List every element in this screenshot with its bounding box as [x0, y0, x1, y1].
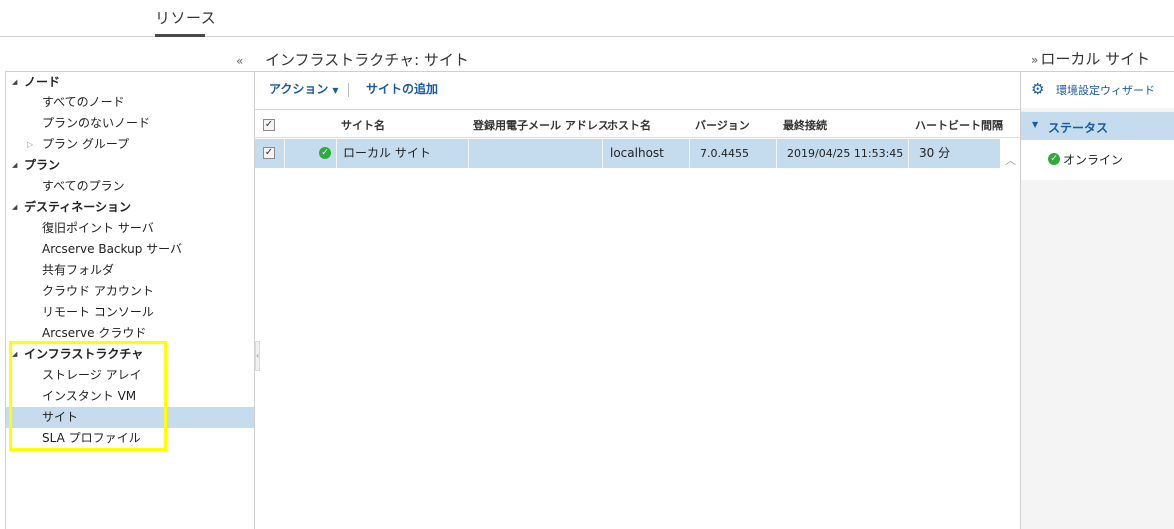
column-header-site-name[interactable]: サイト名 — [341, 117, 385, 133]
tree-toggle-icon[interactable]: ◢ — [12, 72, 17, 93]
expand-right-icon[interactable]: » — [1031, 53, 1038, 67]
tree-item-sites[interactable]: サイト — [6, 407, 254, 428]
tree-item-label: 復旧ポイント サーバ — [42, 221, 154, 235]
tree-item-all-nodes[interactable]: すべてのノード — [6, 92, 254, 113]
tree-item-label: すべてのノード — [42, 95, 125, 109]
column-header-host-name[interactable]: ホスト名 — [607, 117, 651, 133]
tree-item-sla-profile[interactable]: SLA プロファイル — [6, 428, 254, 449]
chevron-down-icon: ▼ — [1032, 120, 1039, 129]
tree-item-storage-array[interactable]: ストレージ アレイ — [6, 365, 254, 386]
tree-item-label: すべてのプラン — [42, 179, 125, 193]
tree-group-destinations[interactable]: ◢ デスティネーション — [6, 197, 254, 218]
tree-item-plan-groups[interactable]: ▷ プラン グループ — [6, 134, 254, 155]
tree-group-nodes[interactable]: ◢ ノード — [6, 72, 254, 93]
page-title: インフラストラクチャ: サイト — [265, 51, 469, 69]
tree-toggle-icon[interactable]: ◢ — [12, 344, 17, 365]
status-ok-icon: ✓ — [319, 147, 331, 159]
tree-item-recovery-point-server[interactable]: 復旧ポイント サーバ — [6, 218, 254, 239]
active-tab-indicator — [155, 34, 205, 37]
navigation-tree: ◢ ノード すべてのノード プランのないノード ▷ プラン グループ ◢ プラン… — [5, 71, 255, 529]
tree-item-instant-vm[interactable]: インスタント VM — [6, 386, 254, 407]
tree-item-label: ノード — [24, 75, 61, 89]
tree-item-label: インスタント VM — [42, 389, 137, 403]
grid-toolbar: アクション ▼ サイトの追加 — [255, 72, 1020, 110]
cell-last-connection: 2019/04/25 11:53:45 — [777, 139, 909, 168]
tree-item-nodes-without-plan[interactable]: プランのないノード — [6, 113, 254, 134]
tree-item-label: サイト — [42, 410, 79, 424]
tree-toggle-icon[interactable]: ▷ — [27, 134, 33, 155]
action-menu-button[interactable]: アクション ▼ — [269, 80, 339, 97]
tree-item-label: クラウド アカウント — [42, 284, 154, 298]
cell-email — [469, 139, 603, 168]
tree-item-cloud-account[interactable]: クラウド アカウント — [6, 281, 254, 302]
toolbar-divider — [348, 83, 349, 97]
tree-item-remote-console[interactable]: リモート コンソール — [6, 302, 254, 323]
action-menu-label: アクション — [269, 82, 329, 96]
column-header-heartbeat[interactable]: ハートビート間隔 — [915, 117, 1003, 133]
tree-item-label: Arcserve Backup サーバ — [42, 242, 183, 256]
status-section-header[interactable]: ▼ ステータス — [1021, 112, 1174, 140]
row-checkbox[interactable]: ✓ — [263, 147, 275, 159]
tree-item-shared-folder[interactable]: 共有フォルダ — [6, 260, 254, 281]
tree-item-label: プラン グループ — [42, 137, 130, 151]
detail-title: » ローカル サイト — [1031, 48, 1150, 69]
chevron-down-icon: ▼ — [332, 86, 339, 95]
collapse-left-icon[interactable]: « — [236, 54, 243, 68]
column-header-email[interactable]: 登録用電子メール アドレス — [473, 117, 609, 133]
tree-item-arcserve-backup-server[interactable]: Arcserve Backup サーバ — [6, 239, 254, 260]
tree-group-plans[interactable]: ◢ プラン — [6, 155, 254, 176]
cell-site-name: ローカル サイト — [337, 139, 469, 168]
tree-item-label: インフラストラクチャ — [24, 347, 144, 361]
tree-item-label: プランのないノード — [42, 116, 151, 130]
status-ok-icon: ✓ — [1048, 153, 1060, 165]
cell-version: 7.0.4455 — [690, 139, 777, 168]
column-header-version[interactable]: バージョン — [695, 117, 750, 133]
select-all-checkbox[interactable]: ✓ — [263, 119, 275, 131]
row-status-cell: ✓ — [285, 139, 337, 168]
tree-item-label: 共有フォルダ — [42, 263, 115, 277]
grid-header-row: ✓ サイト名 登録用電子メール アドレス ホスト名 バージョン 最終接続 ハート… — [255, 110, 1020, 138]
cell-heartbeat: 30 分 — [919, 146, 951, 160]
tree-group-infrastructure[interactable]: ◢ インフラストラクチャ — [6, 344, 254, 365]
tree-item-label: Arcserve クラウド — [42, 326, 147, 340]
cell-host-name: localhost — [603, 139, 690, 168]
column-header-last-connection[interactable]: 最終接続 — [783, 117, 827, 133]
tree-item-label: SLA プロファイル — [42, 431, 141, 445]
row-checkbox-cell: ✓ — [255, 139, 285, 168]
detail-title-label: ローカル サイト — [1040, 50, 1151, 68]
sites-grid-panel: アクション ▼ サイトの追加 ✓ サイト名 登録用電子メール アドレス ホスト名 … — [255, 71, 1021, 529]
wizard-label: 環境設定ウィザード — [1056, 84, 1155, 97]
status-section-body: ✓ オンライン — [1021, 140, 1174, 180]
configuration-wizard-link[interactable]: ⚙ 環境設定ウィザード — [1021, 72, 1174, 108]
tree-item-label: デスティネーション — [24, 200, 132, 214]
tree-toggle-icon[interactable]: ◢ — [12, 197, 17, 218]
add-site-button[interactable]: サイトの追加 — [366, 80, 438, 97]
tree-toggle-icon[interactable]: ◢ — [12, 155, 17, 176]
gear-icon: ⚙ — [1031, 80, 1045, 98]
tree-item-label: ストレージ アレイ — [42, 368, 142, 382]
tree-item-label: リモート コンソール — [42, 305, 154, 319]
status-value: オンライン — [1063, 153, 1124, 167]
top-navigation: リソース — [0, 0, 1174, 37]
status-section-title: ステータス — [1048, 121, 1109, 135]
detail-panel: ⚙ 環境設定ウィザード ▼ ステータス ✓ オンライン — [1021, 71, 1174, 529]
tree-item-label: プラン — [24, 158, 61, 172]
tree-item-arcserve-cloud[interactable]: Arcserve クラウド — [6, 323, 254, 344]
table-row[interactable]: ✓ ✓ ローカル サイト localhost 7.0.4455 2019/04/… — [255, 139, 1000, 168]
scroll-up-icon[interactable]: ︿ — [1005, 152, 1016, 168]
tree-item-all-plans[interactable]: すべてのプラン — [6, 176, 254, 197]
tab-resources[interactable]: リソース — [155, 7, 216, 28]
